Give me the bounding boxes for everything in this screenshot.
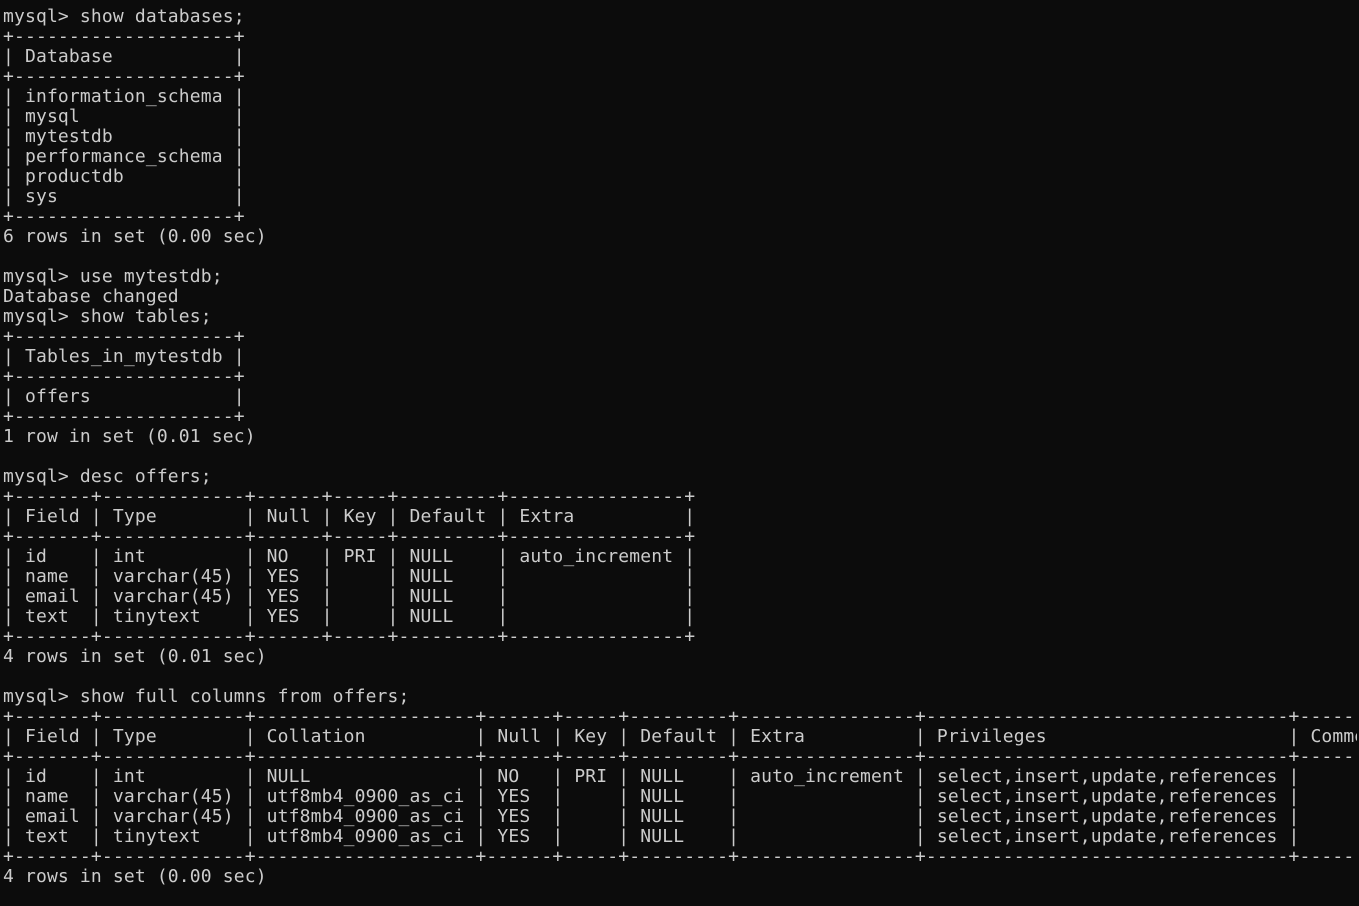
terminal-line: +-------+-------------+------+-----+----… [3,527,696,547]
terminal-line: | text | tinytext | utf8mb4_0900_as_ci |… [3,827,1359,847]
terminal-line: 4 rows in set (0.00 sec) [3,867,267,887]
terminal-line: +--------------------+ [3,327,245,347]
terminal-line: | Tables_in_mytestdb | [3,347,245,367]
terminal-line: mysql> show full columns from offers; [3,687,410,707]
terminal-line: mysql> show tables; [3,307,212,327]
terminal-line: | mysql | [3,107,245,127]
terminal-line: | information_schema | [3,87,245,107]
terminal-line: | name | varchar(45) | YES | | NULL | | [3,567,696,587]
terminal-line: | Database | [3,47,245,67]
terminal-line: +--------------------+ [3,367,245,387]
terminal-line: 1 row in set (0.01 sec) [3,427,256,447]
terminal-line: | sys | [3,187,245,207]
terminal-line: +--------------------+ [3,407,245,427]
terminal-line: | performance_schema | [3,147,245,167]
terminal-line: +-------+-------------+------+-----+----… [3,627,696,647]
terminal-line: | Field | Type | Null | Key | Default | … [3,507,696,527]
terminal-window[interactable]: mysql> show databases; +-----------------… [0,0,1359,906]
terminal-line: | text | tinytext | YES | | NULL | | [3,607,696,627]
terminal-line: | offers | [3,387,245,407]
terminal-line: | Field | Type | Collation | Null | Key … [3,727,1359,747]
terminal-line: +-------+-------------+-----------------… [3,747,1359,767]
terminal-output: mysql> show databases; +-----------------… [3,7,1359,887]
terminal-line: +--------------------+ [3,67,245,87]
terminal-line: +-------+-------------+------+-----+----… [3,487,696,507]
terminal-line: | mytestdb | [3,127,245,147]
terminal-line: | email | varchar(45) | utf8mb4_0900_as_… [3,807,1359,827]
terminal-line: | productdb | [3,167,245,187]
terminal-line: | id | int | NULL | NO | PRI | NULL | au… [3,767,1359,787]
terminal-line: | id | int | NO | PRI | NULL | auto_incr… [3,547,696,567]
terminal-line: 6 rows in set (0.00 sec) [3,227,267,247]
terminal-line: mysql> show databases; [3,7,245,27]
terminal-line: mysql> desc offers; [3,467,212,487]
terminal-line: 4 rows in set (0.01 sec) [3,647,267,667]
terminal-line: +-------+-------------+-----------------… [3,847,1359,867]
terminal-line: Database changed [3,287,179,307]
terminal-line: | name | varchar(45) | utf8mb4_0900_as_c… [3,787,1359,807]
terminal-line: +-------+-------------+-----------------… [3,707,1359,727]
terminal-line: +--------------------+ [3,27,245,47]
terminal-line: | email | varchar(45) | YES | | NULL | | [3,587,696,607]
terminal-line: +--------------------+ [3,207,245,227]
terminal-line: mysql> use mytestdb; [3,267,223,287]
